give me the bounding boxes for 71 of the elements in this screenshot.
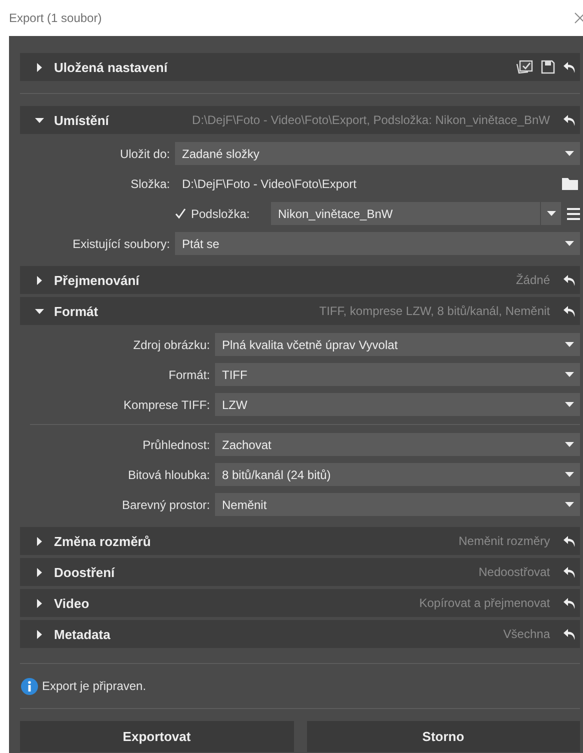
dropdown-arrow-icon: [565, 472, 574, 477]
section-header[interactable]: Umístění D:\DejF\Foto - Video\Foto\Export, Podsložka: Nikon_vinětace_BnW: [20, 106, 580, 134]
dropdown[interactable]: Plná kvalita včetně úprav Vyvolat: [215, 333, 580, 356]
folder-path: D:\DejF\Foto - Video\Foto\Export: [182, 176, 358, 190]
section-header[interactable]: Video Kopírovat a přejmenovat: [20, 589, 580, 617]
undo-icon[interactable]: [563, 628, 576, 640]
section-summary: D:\DejF\Foto - Video\Foto\Export, Podsložka: Nikon_vinětace_BnW: [191, 113, 550, 127]
field-label: Formát:: [168, 368, 210, 382]
dropdown[interactable]: Ptát se: [175, 232, 580, 255]
subfolder-dropdown[interactable]: Nikon_vinětace_BnW: [271, 202, 561, 225]
expand-arrow-icon[interactable]: [35, 630, 44, 638]
section-header[interactable]: Formát TIFF, komprese LZW, 8 bitů/kanál, Neměnit: [20, 297, 580, 325]
section-header[interactable]: Uložená nastavení: [20, 53, 580, 81]
section-header[interactable]: Přejmenování Žádné: [20, 266, 580, 294]
section-summary: TIFF, komprese LZW, 8 bitů/kanál, Neměnit: [318, 304, 550, 318]
section-header[interactable]: Změna rozměrů Neměnit rozměry: [20, 527, 580, 555]
dropdown[interactable]: Zachovat: [215, 433, 580, 456]
section-header[interactable]: Metadata Všechna: [20, 620, 580, 648]
menu-icon[interactable]: [567, 208, 580, 220]
dropdown[interactable]: Zadané složky: [175, 142, 580, 165]
dropdown[interactable]: TIFF: [215, 363, 580, 386]
close-icon[interactable]: [574, 12, 583, 24]
undo-icon[interactable]: [563, 60, 576, 74]
save-icon[interactable]: [541, 60, 555, 74]
section-header[interactable]: Doostření Nedoostřovat: [20, 558, 580, 586]
section-summary: Kopírovat a přejmenovat: [418, 596, 550, 610]
undo-icon[interactable]: [563, 114, 576, 126]
dropdown-arrow-icon: [565, 241, 574, 246]
field-label: Barevný prostor:: [120, 498, 210, 512]
dropdown[interactable]: Neměnit: [215, 493, 580, 516]
section-summary: Všechna: [502, 627, 550, 641]
dropdown-arrow-icon: [565, 372, 574, 377]
collapse-arrow-icon[interactable]: [35, 116, 44, 124]
dropdown[interactable]: LZW: [215, 393, 580, 416]
expand-arrow-icon[interactable]: [35, 568, 44, 576]
section-summary: Nedoostřovat: [478, 565, 550, 579]
field-label: Zdroj obrázku:: [132, 338, 210, 352]
expand-arrow-icon[interactable]: [35, 598, 44, 608]
field-label: Složka:: [130, 176, 170, 190]
expand-arrow-icon[interactable]: [35, 62, 44, 72]
undo-icon[interactable]: [563, 274, 576, 286]
photo-check-icon[interactable]: [516, 60, 533, 74]
undo-icon[interactable]: [563, 534, 576, 548]
dropdown-arrow-icon: [565, 342, 574, 347]
folder-icon[interactable]: [562, 177, 578, 190]
field-label: Existující soubory:: [72, 236, 170, 250]
field-label: Uložit do:: [118, 146, 170, 160]
undo-icon[interactable]: [563, 566, 576, 578]
field-label: Průhlednost:: [142, 438, 210, 452]
expand-arrow-icon[interactable]: [35, 536, 44, 546]
dropdown-arrow-icon: [565, 502, 574, 507]
expand-arrow-icon[interactable]: [35, 276, 44, 284]
section-summary: Žádné: [514, 273, 550, 287]
checkbox-label[interactable]: Podsložka:: [191, 206, 250, 220]
cancel-button[interactable]: Storno: [306, 721, 580, 752]
dropdown-arrow-icon: [565, 402, 574, 407]
status-message: Export je připraven.: [42, 679, 146, 693]
field-label: Komprese TIFF:: [122, 398, 210, 412]
field-label: Bitová hloubka:: [126, 468, 210, 482]
dropdown-arrow-icon: [565, 151, 574, 156]
dropdown-arrow-icon: [565, 442, 574, 447]
undo-icon[interactable]: [563, 304, 576, 318]
dropdown[interactable]: 8 bitů/kanál (24 bitů): [215, 463, 580, 486]
dropdown-arrow-icon: [546, 211, 556, 216]
collapse-arrow-icon[interactable]: [35, 306, 44, 316]
section-summary: Neměnit rozměry: [458, 534, 550, 548]
export-button[interactable]: Exportovat: [20, 721, 294, 752]
info-icon: [21, 678, 38, 694]
window-title: Export (1 soubor): [9, 11, 102, 25]
undo-icon[interactable]: [563, 596, 576, 610]
checkbox[interactable]: [175, 208, 186, 219]
